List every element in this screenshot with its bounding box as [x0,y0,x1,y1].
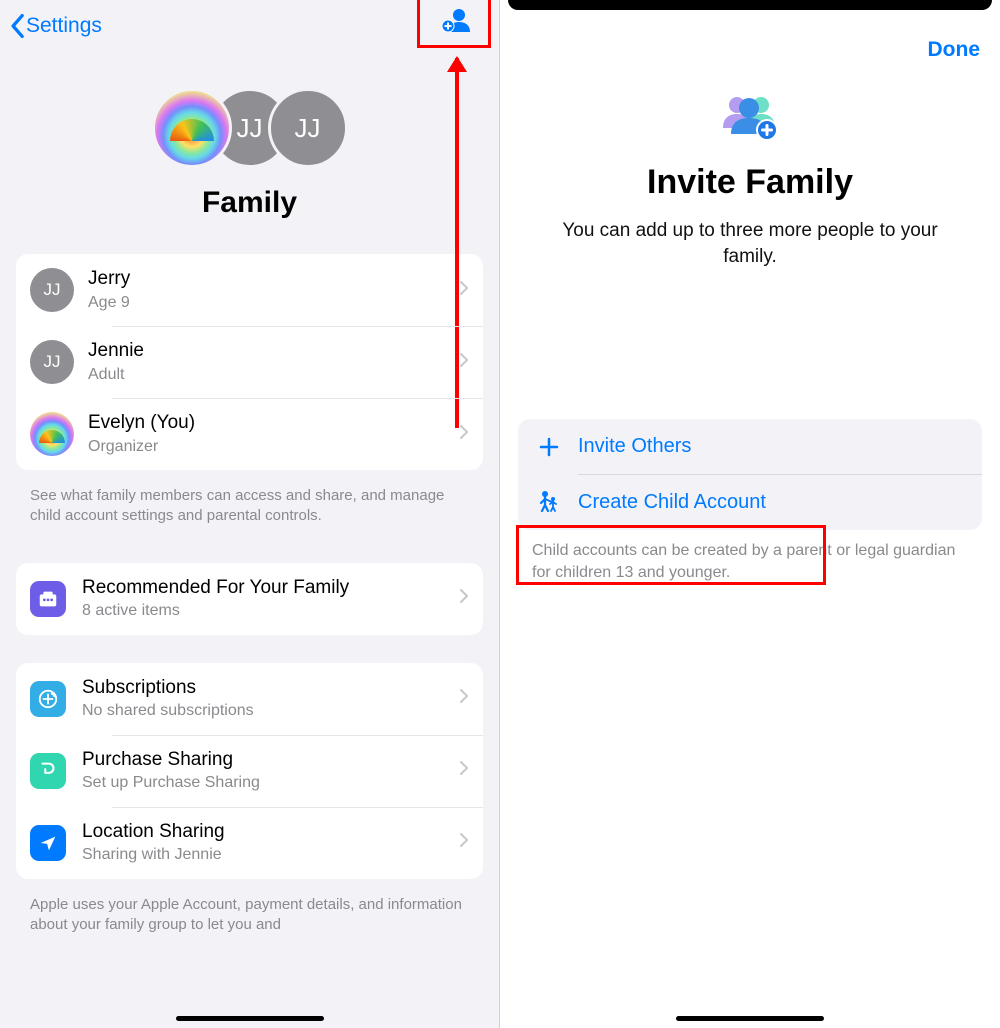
members-card: JJ Jerry Age 9 JJ Jennie Adult Evelyn (Y… [16,254,483,470]
invite-subtitle: You can add up to three more people to y… [540,218,960,269]
avatar: JJ [30,268,74,312]
sharing-card: Subscriptions No shared subscriptions Pu… [16,663,483,879]
member-detail: Age 9 [88,293,459,313]
row-detail: Set up Purchase Sharing [82,773,459,793]
purchase-sharing-row[interactable]: Purchase Sharing Set up Purchase Sharing [16,735,483,807]
avatar: JJ [30,340,74,384]
member-row[interactable]: JJ Jennie Adult [16,326,483,398]
member-row[interactable]: Evelyn (You) Organizer [16,398,483,470]
options-footer: Child accounts can be created by a paren… [500,530,1000,593]
invite-title: Invite Family [540,163,960,202]
recommended-icon [30,581,66,617]
chevron-right-icon [459,588,469,609]
add-member-highlight [417,0,491,48]
chevron-right-icon [459,688,469,709]
invite-family-icon [715,92,785,147]
nav-bar: Settings [0,0,499,52]
invite-family-sheet: Done Invite Family You can add up to thr… [500,0,1000,1028]
row-title: Subscriptions [82,676,459,700]
avatar-stack: JJ JJ [0,88,499,168]
row-title: Location Sharing [82,820,459,844]
chevron-left-icon [8,13,26,39]
family-header: JJ JJ Family [0,52,499,244]
location-sharing-icon [30,825,66,861]
members-footer: See what family members can access and s… [0,480,499,545]
home-indicator[interactable] [176,1016,324,1021]
purchase-sharing-icon [30,753,66,789]
chevron-right-icon [459,760,469,781]
recommended-card: Recommended For Your Family 8 active ite… [16,563,483,635]
subscriptions-icon [30,681,66,717]
page-title: Family [0,186,499,220]
family-settings-screen: Settings JJ JJ Family JJ [0,0,500,1028]
row-title: Purchase Sharing [82,748,459,772]
avatar: JJ [268,88,348,168]
member-detail: Organizer [88,437,459,457]
option-label: Create Child Account [578,491,766,514]
recommended-detail: 8 active items [82,601,459,621]
location-sharing-row[interactable]: Location Sharing Sharing with Jennie [16,807,483,879]
sharing-footer: Apple uses your Apple Account, payment d… [0,889,499,954]
sheet-handle[interactable] [508,0,992,10]
member-name: Jerry [88,267,459,291]
invite-options-card: Invite Others Create Child Account [518,419,982,530]
row-detail: Sharing with Jennie [82,845,459,865]
chevron-right-icon [459,832,469,853]
back-button[interactable]: Settings [8,13,102,39]
chevron-right-icon [459,280,469,301]
home-indicator[interactable] [676,1016,824,1021]
back-label: Settings [26,14,102,38]
member-row[interactable]: JJ Jerry Age 9 [16,254,483,326]
done-bar: Done [500,10,1000,62]
chevron-right-icon [459,352,469,373]
child-figure-icon [536,490,562,514]
member-detail: Adult [88,365,459,385]
avatar [30,412,74,456]
invite-hero: Invite Family You can add up to three mo… [500,62,1000,269]
recommended-row[interactable]: Recommended For Your Family 8 active ite… [16,563,483,635]
add-person-icon [439,7,471,33]
member-name: Evelyn (You) [88,411,459,435]
done-button[interactable]: Done [928,38,981,62]
option-label: Invite Others [578,435,691,458]
add-member-button[interactable] [439,7,471,38]
invite-others-row[interactable]: Invite Others [518,419,982,474]
avatar [152,88,232,168]
row-detail: No shared subscriptions [82,701,459,721]
plus-icon [536,436,562,458]
create-child-account-row[interactable]: Create Child Account [518,474,982,530]
member-name: Jennie [88,339,459,363]
chevron-right-icon [459,424,469,445]
recommended-title: Recommended For Your Family [82,576,459,600]
subscriptions-row[interactable]: Subscriptions No shared subscriptions [16,663,483,735]
